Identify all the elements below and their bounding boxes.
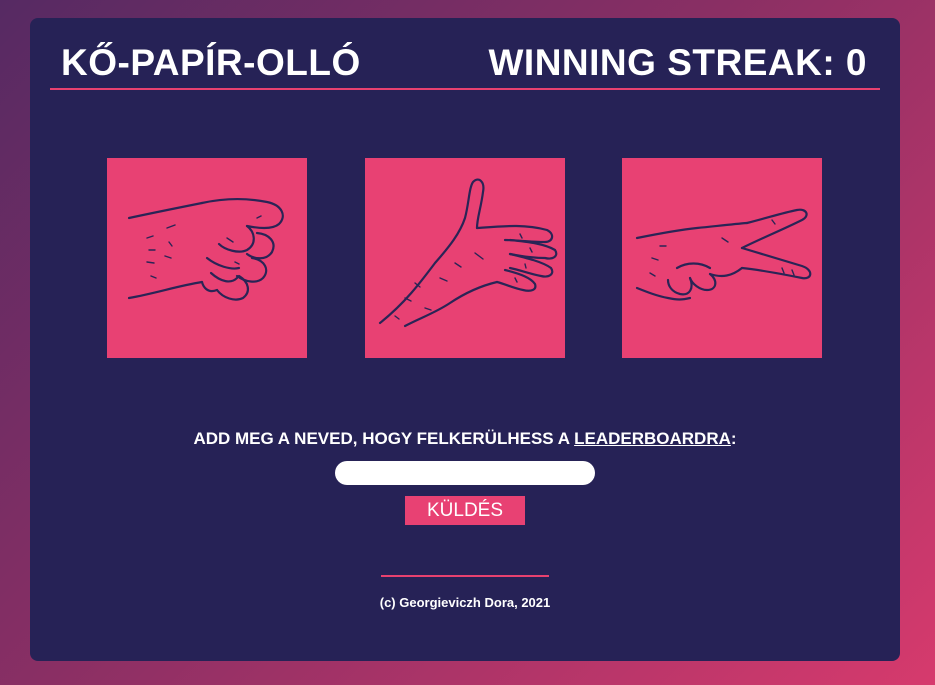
fist-hand-icon xyxy=(127,198,284,301)
choices xyxy=(30,158,900,358)
game-card: KŐ-PAPÍR-OLLÓ WINNING STREAK: 0 ADD MEG … xyxy=(30,18,900,661)
prompt-text: ADD MEG A NEVED, HOGY FELKERÜLHESS A xyxy=(193,429,575,448)
scissors-hand-icon xyxy=(635,208,812,301)
winning-streak: WINNING STREAK: 0 xyxy=(488,42,867,83)
paper-choice-button[interactable] xyxy=(365,158,565,358)
footer-divider xyxy=(381,575,549,577)
leaderboard-prompt: ADD MEG A NEVED, HOGY FELKERÜLHESS A LEA… xyxy=(30,429,900,449)
leaderboard-link[interactable]: LEADERBOARDRA xyxy=(574,429,731,448)
name-input[interactable] xyxy=(335,461,595,485)
prompt-colon: : xyxy=(730,429,737,448)
header: KŐ-PAPÍR-OLLÓ WINNING STREAK: 0 xyxy=(50,38,880,90)
copyright-text: (c) Georgieviczh Dora, 2021 xyxy=(379,595,551,610)
page-title: KŐ-PAPÍR-OLLÓ xyxy=(61,42,361,83)
submit-button[interactable]: KÜLDÉS xyxy=(405,496,525,525)
scissors-choice-button[interactable] xyxy=(622,158,822,358)
open-hand-icon xyxy=(378,178,558,328)
rock-choice-button[interactable] xyxy=(107,158,307,358)
